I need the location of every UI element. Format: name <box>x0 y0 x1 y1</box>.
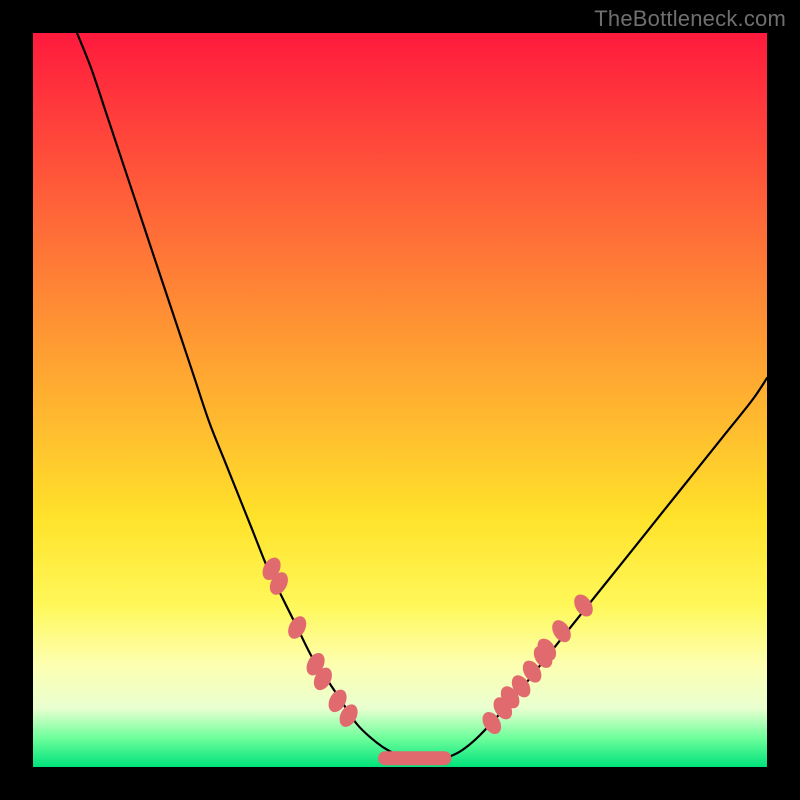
watermark-text: TheBottleneck.com <box>594 6 786 32</box>
curve-marker <box>570 591 596 620</box>
curve-markers <box>259 554 597 737</box>
flat-minimum <box>378 751 451 765</box>
bottleneck-curve <box>77 33 767 760</box>
curve-marker <box>285 613 310 642</box>
curve-marker <box>548 617 574 646</box>
plot-area <box>33 33 767 767</box>
chart-frame: TheBottleneck.com <box>0 0 800 800</box>
curve-svg <box>33 33 767 767</box>
flat-minimum-marker <box>378 751 451 765</box>
